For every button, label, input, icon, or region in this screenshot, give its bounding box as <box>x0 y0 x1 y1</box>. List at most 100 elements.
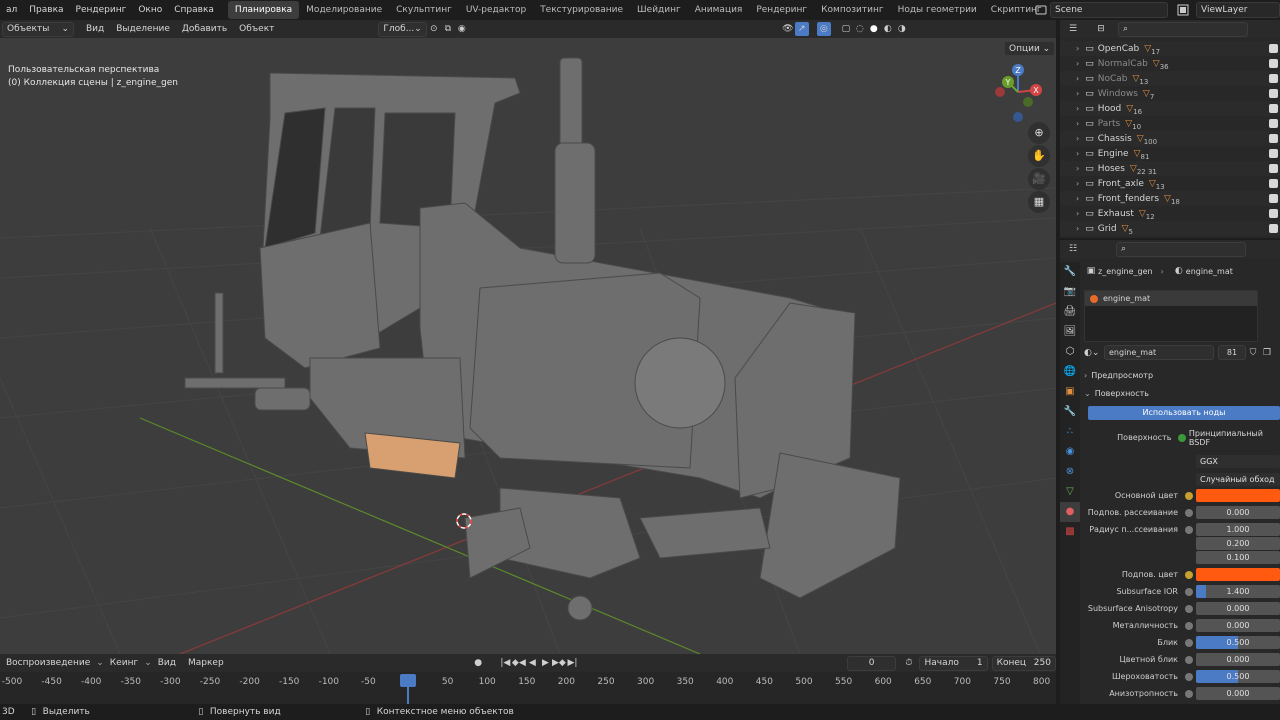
tractor-model[interactable] <box>184 57 901 621</box>
exclude-checkbox[interactable] <box>1269 104 1278 113</box>
property-value-field[interactable]: 1.400 <box>1196 585 1280 598</box>
property-value-field[interactable]: 0.000 <box>1196 619 1280 632</box>
exclude-checkbox[interactable] <box>1269 224 1278 233</box>
outliner-row[interactable]: › ▭ Windows ▽ 7 <box>1060 86 1280 101</box>
menu-select[interactable]: Выделение <box>110 24 176 34</box>
navigation-gizmo[interactable]: Z X Y <box>990 62 1050 124</box>
duplicate-icon[interactable]: ❐ <box>1260 346 1274 360</box>
data-tab-icon[interactable]: ▽ <box>1060 482 1080 502</box>
outliner-row[interactable]: › ▭ Chassis ▽ 100 <box>1060 131 1280 146</box>
menu-add[interactable]: Добавить <box>176 24 233 34</box>
tool-tab-icon[interactable]: 🔧 <box>1060 262 1080 282</box>
users-count[interactable]: 81 <box>1218 345 1246 360</box>
tab-rendering[interactable]: Рендеринг <box>749 1 814 19</box>
socket-icon[interactable] <box>1185 638 1193 647</box>
constraints-tab-icon[interactable]: ⊗ <box>1060 462 1080 482</box>
pivot-icon[interactable]: ⊙ <box>427 22 441 36</box>
expand-arrow-icon[interactable]: › <box>1076 224 1079 233</box>
scene-icon[interactable] <box>1034 3 1048 17</box>
preview-section[interactable]: › Предпросмотр <box>1084 368 1280 383</box>
socket-icon[interactable] <box>1185 491 1193 500</box>
xray-icon[interactable]: ▢ <box>839 22 853 36</box>
camera-icon[interactable]: 🎥 <box>1028 168 1050 190</box>
material-slot-row[interactable]: engine_mat <box>1085 291 1257 306</box>
transform-orientation-dropdown[interactable]: Глоб... ⌄ <box>378 21 427 37</box>
exclude-checkbox[interactable] <box>1269 134 1278 143</box>
menu-help[interactable]: Справка <box>168 0 220 20</box>
view-layer-selector[interactable]: ViewLayer <box>1196 2 1280 18</box>
sss-method-dropdown[interactable]: Случайный обход <box>1196 473 1280 486</box>
outliner-row[interactable]: › ▭ Front_axle ▽ 13 <box>1060 176 1280 191</box>
browse-material-icon[interactable]: ◐⌄ <box>1084 346 1099 360</box>
menu-window[interactable]: Окно <box>132 0 168 20</box>
surface-section[interactable]: ⌄ Поверхность <box>1084 386 1280 401</box>
tab-modeling[interactable]: Моделирование <box>299 1 389 19</box>
socket-icon[interactable] <box>1185 508 1193 517</box>
proportional-edit-icon[interactable]: ◉ <box>455 22 469 36</box>
property-value-field[interactable]: 0.500 <box>1196 670 1280 683</box>
outliner-row[interactable]: › ▭ Parts ▽ 10 <box>1060 116 1280 131</box>
property-value-field[interactable]: 0.000 <box>1196 687 1280 700</box>
exclude-checkbox[interactable] <box>1269 209 1278 218</box>
expand-arrow-icon[interactable]: › <box>1076 179 1079 188</box>
end-frame-field[interactable]: Конец 250 <box>991 655 1056 671</box>
expand-arrow-icon[interactable]: › <box>1076 134 1079 143</box>
outliner-row[interactable]: › ▭ Engine ▽ 81 <box>1060 146 1280 161</box>
menu-keying[interactable]: Кеинг <box>104 658 144 668</box>
menu-file[interactable]: ал <box>0 0 23 20</box>
stopwatch-icon[interactable]: ⏱ <box>902 656 915 670</box>
exclude-checkbox[interactable] <box>1269 59 1278 68</box>
tab-compositing[interactable]: Композитинг <box>814 1 890 19</box>
tab-shading[interactable]: Шейдинг <box>630 1 688 19</box>
property-value-field[interactable]: 0.000 <box>1196 602 1280 615</box>
view-layer-tab-icon[interactable]: 🖼 <box>1060 322 1080 342</box>
jump-start-icon[interactable]: |◀ <box>499 656 512 670</box>
perspective-grid-icon[interactable]: ▦ <box>1028 191 1050 213</box>
menu-timeline-view[interactable]: Вид <box>152 658 182 668</box>
tab-geometry-nodes[interactable]: Ноды геометрии <box>891 1 984 19</box>
property-value-field[interactable]: 0.100 <box>1196 551 1280 564</box>
visibility-icon[interactable]: 👁 <box>781 22 795 36</box>
distribution-dropdown[interactable]: GGX <box>1196 455 1280 468</box>
pan-hand-icon[interactable]: ✋ <box>1028 145 1050 167</box>
tab-uv-editing[interactable]: UV-редактор <box>459 1 533 19</box>
modifier-tab-icon[interactable]: 🔧 <box>1060 402 1080 422</box>
socket-icon[interactable] <box>1185 689 1193 698</box>
world-tab-icon[interactable]: 🌐 <box>1060 362 1080 382</box>
material-tab-icon[interactable]: ● <box>1060 502 1080 522</box>
start-frame-field[interactable]: Начало 1 <box>919 655 988 671</box>
property-value-field[interactable]: 0.000 <box>1196 653 1280 666</box>
gizmo-neg-z[interactable] <box>1013 112 1023 122</box>
scene-tab-icon[interactable]: ⬡ <box>1060 342 1080 362</box>
outliner-row[interactable]: › ▭ Front_fenders ▽ 18 <box>1060 191 1280 206</box>
render-tab-icon[interactable]: 📷 <box>1060 282 1080 302</box>
property-value-field[interactable]: 0.500 <box>1196 636 1280 649</box>
outliner-editor-icon[interactable]: ☰ <box>1066 22 1080 36</box>
overlay-toggle-icon[interactable]: ◎ <box>816 22 831 36</box>
output-tab-icon[interactable]: 🖨 <box>1060 302 1080 322</box>
play-icon[interactable]: ▶ <box>539 656 552 670</box>
current-frame-field[interactable]: 0 <box>846 655 897 671</box>
outliner-row[interactable]: › ▭ NoCab ▽ 13 <box>1060 71 1280 86</box>
exclude-checkbox[interactable] <box>1269 119 1278 128</box>
exclude-checkbox[interactable] <box>1269 164 1278 173</box>
gizmo-neg-x[interactable] <box>995 87 1005 97</box>
3d-viewport[interactable]: Пользовательская перспектива (0) Коллекц… <box>0 38 1056 654</box>
property-value-field[interactable]: 0.000 <box>1196 506 1280 519</box>
socket-icon[interactable] <box>1185 621 1193 630</box>
gizmo-toggle-icon[interactable]: ↗ <box>794 22 809 36</box>
socket-icon[interactable] <box>1185 525 1193 534</box>
expand-arrow-icon[interactable]: › <box>1076 209 1079 218</box>
outliner-row[interactable]: › ▭ NormalCab ▽ 36 <box>1060 56 1280 71</box>
expand-arrow-icon[interactable]: › <box>1076 149 1079 158</box>
view-layer-icon[interactable] <box>1176 3 1190 17</box>
gizmo-neg-y[interactable] <box>1023 97 1033 107</box>
scene-selector[interactable]: Scene <box>1050 2 1168 18</box>
color-swatch[interactable] <box>1196 489 1280 502</box>
outliner-row[interactable]: › ▭ Hoses ▽ 22 31 <box>1060 161 1280 176</box>
exclude-checkbox[interactable] <box>1269 149 1278 158</box>
expand-arrow-icon[interactable]: › <box>1076 44 1079 53</box>
color-swatch[interactable] <box>1196 568 1280 581</box>
record-icon[interactable]: ● <box>472 656 485 670</box>
tab-sculpting[interactable]: Скульптинг <box>389 1 459 19</box>
